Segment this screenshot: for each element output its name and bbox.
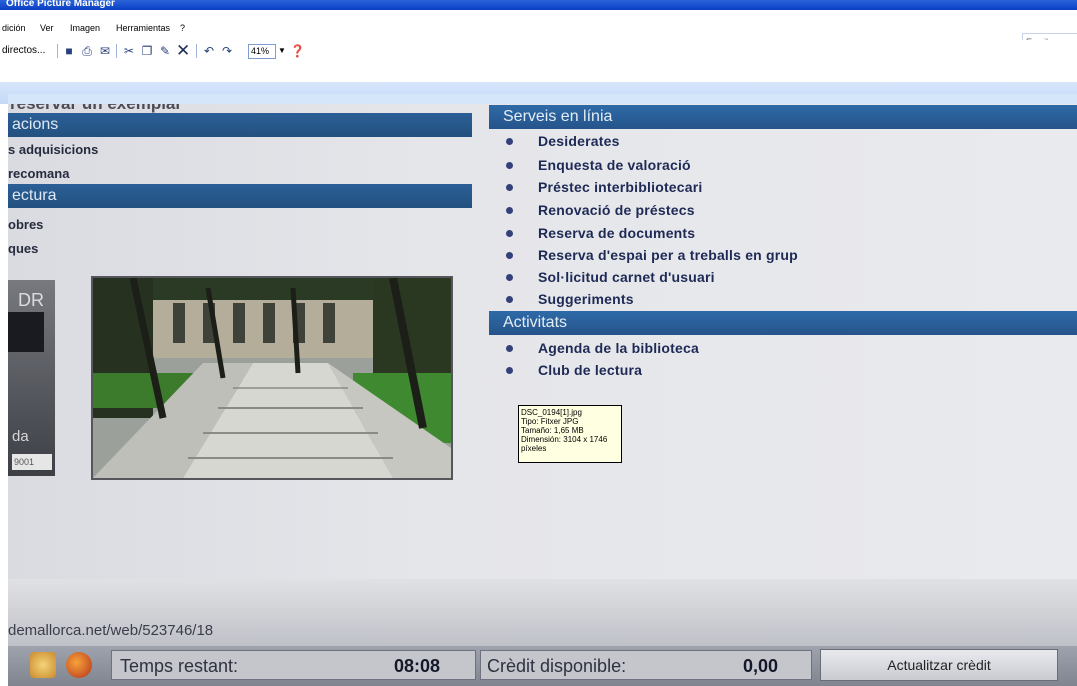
list-item-label: Sol·licitud carnet d'usuari bbox=[538, 269, 715, 285]
list-item-label: Suggeriments bbox=[538, 291, 634, 307]
list-item-label: Reserva d'espai per a treballs en grup bbox=[538, 247, 798, 263]
firefox-icon bbox=[66, 652, 92, 678]
list-item-label: Desiderates bbox=[538, 133, 620, 149]
folder-icon bbox=[30, 652, 56, 678]
bullet-icon bbox=[506, 138, 513, 145]
time-value: 08:08 bbox=[394, 656, 441, 676]
bullet-icon bbox=[506, 345, 513, 352]
list-item-label: Enquesta de valoració bbox=[538, 157, 691, 173]
url-bar: demallorca.net/web/523746/18 bbox=[8, 616, 1077, 646]
tooltip-unit: píxeles bbox=[521, 444, 547, 453]
left-link: s adquisicions bbox=[8, 142, 99, 157]
menu-view[interactable]: Ver bbox=[40, 23, 54, 34]
list-item-label: Renovació de préstecs bbox=[538, 202, 695, 218]
list-item-label: Reserva de documents bbox=[538, 225, 696, 241]
bullet-icon bbox=[506, 230, 513, 237]
left-section-bar: acions bbox=[8, 113, 472, 137]
zoom-select[interactable]: 41% bbox=[248, 44, 276, 59]
list-item-label: Préstec interbibliotecari bbox=[538, 179, 703, 195]
logo-letters: DR bbox=[18, 290, 44, 310]
logo-number: 9001 bbox=[12, 454, 52, 470]
left-link: recomana bbox=[8, 166, 70, 181]
left-section-bar: ectura bbox=[8, 184, 472, 208]
time-remaining-box: Temps restant: 08:08 bbox=[111, 650, 476, 680]
logo-mark bbox=[8, 312, 44, 352]
library-logo: DR da 9001 bbox=[8, 280, 55, 476]
section-header-activitats: Activitats bbox=[489, 311, 1077, 335]
file-info-tooltip: DSC_0194[1].jpg Tipo: Fitxer JPG Tamaño:… bbox=[518, 405, 622, 463]
url-text: demallorca.net/web/523746/18 bbox=[8, 622, 214, 639]
bullet-icon bbox=[506, 162, 513, 169]
left-link: ques bbox=[8, 241, 39, 256]
email-icon[interactable]: ✉ bbox=[98, 44, 112, 58]
credit-label: Crèdit disponible: bbox=[487, 656, 627, 676]
menu-help[interactable]: ? bbox=[180, 23, 185, 34]
toolbar-separator bbox=[57, 44, 58, 58]
left-section-title: ectura bbox=[12, 187, 57, 204]
copy-icon[interactable]: ❐ bbox=[140, 44, 154, 58]
bullet-icon bbox=[506, 252, 513, 259]
bullet-icon bbox=[506, 274, 513, 281]
save-icon[interactable]: ■ bbox=[62, 44, 76, 58]
campus-photo bbox=[91, 276, 453, 480]
section-title: Serveis en línia bbox=[503, 108, 613, 125]
left-section-title: acions bbox=[12, 116, 59, 133]
credit-value: 0,00 bbox=[743, 656, 779, 676]
bullet-icon bbox=[506, 367, 513, 374]
bullet-icon bbox=[506, 207, 513, 214]
menu-bar: dición Ver Imagen Herramientas ? Escriba… bbox=[0, 10, 1077, 51]
redo-icon[interactable]: ↷ bbox=[220, 44, 234, 58]
left-link: obres bbox=[8, 217, 44, 232]
credit-box: Crèdit disponible: 0,00 bbox=[480, 650, 812, 680]
section-header-serveis: Serveis en línia bbox=[489, 105, 1077, 129]
image-area-top bbox=[8, 94, 1077, 104]
list-item-label: Club de lectura bbox=[538, 362, 643, 378]
toolbar-separator bbox=[196, 44, 197, 58]
delete-icon[interactable]: ✕ bbox=[176, 42, 190, 59]
image-preview[interactable]: reservar un exemplar acions s adquisicio… bbox=[8, 104, 1077, 616]
logo-text: da bbox=[12, 428, 29, 445]
shortcuts-link[interactable]: directos... bbox=[2, 45, 45, 56]
photo-bottom-shade bbox=[8, 579, 1077, 616]
zoom-dropdown-arrow-icon[interactable]: ▼ bbox=[278, 44, 286, 58]
kiosk-status-bar: Temps restant: 08:08 Crèdit disponible: … bbox=[8, 646, 1077, 686]
menu-edit[interactable]: dición bbox=[2, 23, 26, 34]
update-credit-button[interactable]: Actualitzar crèdit bbox=[820, 649, 1058, 681]
window-title: Office Picture Manager bbox=[6, 0, 115, 9]
time-label: Temps restant: bbox=[120, 656, 239, 676]
bullet-icon bbox=[506, 184, 513, 191]
section-title: Activitats bbox=[503, 314, 568, 331]
undo-icon[interactable]: ↶ bbox=[202, 44, 216, 58]
toolbar-separator bbox=[116, 44, 117, 58]
title-bar: Office Picture Manager bbox=[0, 0, 1077, 10]
tooltip-dimension: Dimensión: 3104 x 1746 bbox=[521, 435, 608, 444]
list-item-label: Agenda de la biblioteca bbox=[538, 340, 699, 356]
menu-tools[interactable]: Herramientas bbox=[116, 23, 170, 34]
menu-image[interactable]: Imagen bbox=[70, 23, 100, 34]
paste-icon[interactable]: ✎ bbox=[158, 44, 172, 58]
tooltip-filename: DSC_0194[1].jpg bbox=[521, 408, 582, 417]
bullet-icon bbox=[506, 296, 513, 303]
tooltip-size: Tamaño: 1,65 MB bbox=[521, 426, 584, 435]
print-icon[interactable]: ⎙ bbox=[80, 44, 94, 58]
help-icon[interactable]: ❓ bbox=[290, 44, 305, 58]
cut-icon[interactable]: ✂ bbox=[122, 44, 136, 58]
tooltip-type: Tipo: Fitxer JPG bbox=[521, 417, 579, 426]
